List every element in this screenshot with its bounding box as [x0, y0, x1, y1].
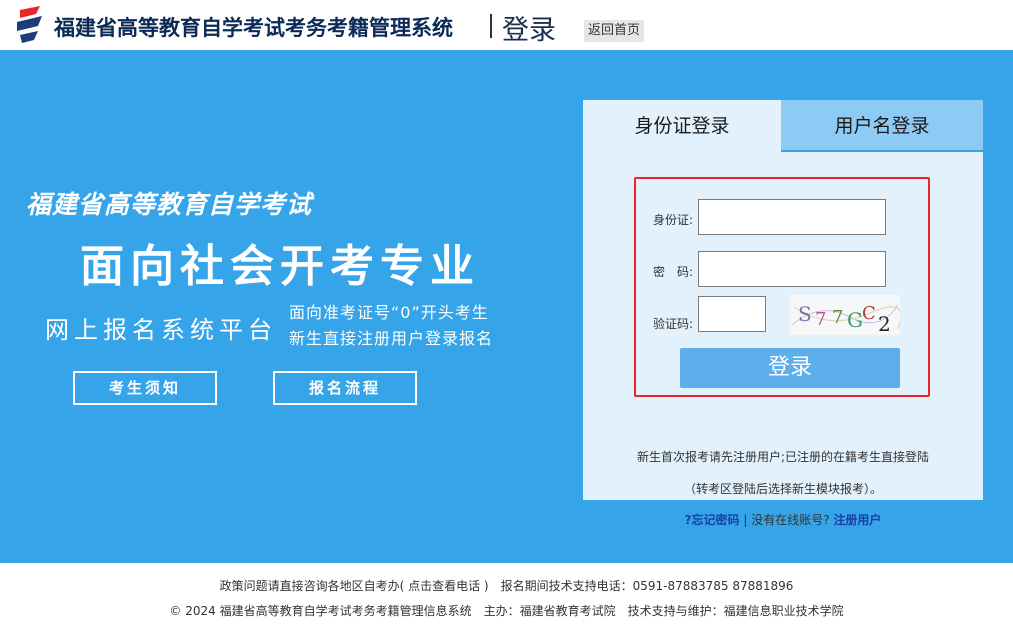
title-divider	[490, 14, 492, 38]
login-note-line2: （转考区登陆后选择新生模块报考）。	[683, 482, 882, 496]
login-note-line1: 新生首次报考请先注册用户;已注册的在籍考生直接登陆	[636, 450, 930, 464]
banner-slogan-top: 福建省高等教育自学考试	[26, 190, 313, 219]
banner-slogan-sub: 网上报名系统平台	[45, 316, 277, 344]
top-header: 福建省高等教育自学考试考务考籍管理系统 登录 返回首页	[0, 0, 1013, 50]
system-title: 福建省高等教育自学考试考务考籍管理系统	[54, 16, 453, 40]
tab-username-login[interactable]: 用户名登录	[781, 100, 983, 152]
logo-icon	[17, 6, 42, 43]
footer-copyright-line: © 2024 福建省高等教育自学考试考务考籍管理信息系统 主办：福建省教育考试院…	[169, 604, 844, 618]
footer-contact-line: 政策问题请直接咨询各地区自考办( 点击查看电话 ) 报名期间技术支持电话：059…	[219, 579, 794, 593]
page-footer: 政策问题请直接咨询各地区自考办( 点击查看电话 ) 报名期间技术支持电话：059…	[0, 563, 1013, 636]
password-label: 密 码:	[653, 265, 694, 279]
svg-text:7: 7	[815, 309, 826, 330]
page-title: 登录	[502, 15, 556, 46]
banner-side-line2: 新生直接注册用户登录报名	[289, 329, 494, 348]
hero-banner: 福建省高等教育自学考试 面向社会开考专业 网上报名系统平台 面向准考证号“0”开…	[0, 50, 1013, 563]
no-account-text: 没有在线账号?	[751, 513, 830, 527]
captcha-input[interactable]	[698, 296, 766, 332]
captcha-label: 验证码:	[653, 317, 694, 331]
login-links: ?忘记密码 | 没有在线账号? 注册用户	[583, 511, 983, 528]
banner-side-line1: 面向准考证号“0”开头考生	[289, 303, 489, 322]
id-number-input[interactable]	[698, 199, 886, 235]
candidate-notice-button[interactable]: 考生须知	[73, 371, 217, 405]
id-label: 身份证:	[653, 213, 694, 227]
forgot-password-link[interactable]: ?忘记密码	[685, 513, 740, 527]
links-separator: |	[743, 513, 748, 527]
login-submit-button[interactable]: 登录	[680, 348, 900, 388]
captcha-image[interactable]: S 7 7 G C 2	[790, 295, 900, 335]
banner-slogan-main: 面向社会开考专业	[80, 241, 480, 292]
register-link[interactable]: 注册用户	[833, 513, 881, 527]
svg-text:C: C	[862, 303, 876, 324]
svg-text:G: G	[847, 308, 863, 332]
svg-text:2: 2	[878, 312, 891, 335]
registration-flow-button[interactable]: 报名流程	[273, 371, 417, 405]
back-home-button[interactable]: 返回首页	[584, 20, 645, 42]
password-input[interactable]	[698, 251, 886, 287]
login-panel: 身份证登录 用户名登录 身份证: 密 码: 验证码: S 7 7 G C 2 登…	[583, 100, 983, 527]
tab-id-login[interactable]: 身份证登录	[583, 100, 781, 152]
banner-side-text: 面向准考证号“0”开头考生 新生直接注册用户登录报名	[289, 300, 493, 352]
svg-text:S: S	[798, 302, 812, 326]
login-form: 身份证: 密 码: 验证码: S 7 7 G C 2 登录	[634, 177, 930, 397]
svg-text:7: 7	[832, 307, 843, 328]
